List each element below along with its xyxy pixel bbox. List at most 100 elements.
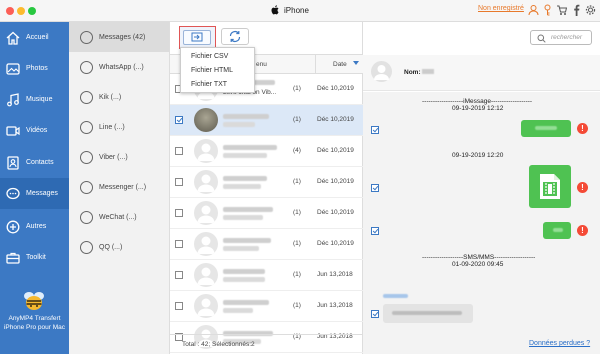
row-checkbox[interactable] bbox=[175, 147, 183, 155]
whatsapp-icon bbox=[80, 60, 93, 74]
app-item-viber[interactable]: Viber (...) bbox=[69, 142, 169, 172]
message-checkbox[interactable] bbox=[371, 184, 379, 192]
contact-name-redacted bbox=[223, 114, 269, 119]
message-checkbox[interactable] bbox=[371, 126, 379, 134]
conversation-row[interactable]: (1) Jun 13,2018 bbox=[170, 260, 363, 291]
row-checkbox[interactable] bbox=[175, 116, 183, 124]
brand-line-2: iPhone Pro pour Mac bbox=[3, 324, 66, 331]
sidebar-item-autres[interactable]: Autres bbox=[0, 211, 69, 242]
refresh-button[interactable] bbox=[221, 28, 249, 45]
row-checkbox[interactable] bbox=[175, 178, 183, 186]
app-item-messages[interactable]: Messages (42) bbox=[69, 22, 169, 52]
sent-video-attachment[interactable] bbox=[529, 165, 571, 208]
app-item-messenger[interactable]: Messenger (...) bbox=[69, 172, 169, 202]
row-checkbox[interactable] bbox=[175, 271, 183, 279]
contact-name-label: Nom: bbox=[404, 69, 421, 76]
contact-avatar bbox=[194, 139, 218, 163]
search-icon bbox=[537, 34, 546, 43]
key-icon[interactable] bbox=[542, 4, 553, 16]
message-count: (1) bbox=[293, 209, 301, 216]
message-snippet-redacted bbox=[223, 308, 253, 313]
device-name: iPhone bbox=[284, 5, 309, 15]
toolkit-icon bbox=[6, 252, 20, 264]
column-divider bbox=[315, 55, 316, 73]
sidebar-item-accueil[interactable]: Accueil bbox=[0, 22, 69, 53]
lost-data-link[interactable]: Données perdues ? bbox=[529, 340, 590, 347]
sort-arrow-icon[interactable] bbox=[353, 61, 359, 65]
zoom-window-button[interactable] bbox=[28, 7, 36, 15]
message-snippet-redacted bbox=[223, 122, 255, 127]
contact-avatar bbox=[194, 201, 218, 225]
sent-message-bubble bbox=[543, 222, 571, 239]
sidebar-item-videos[interactable]: Vidéos bbox=[0, 115, 69, 146]
unregistered-link[interactable]: Non enregistré bbox=[478, 5, 524, 12]
row-checkbox[interactable] bbox=[175, 302, 183, 310]
selection-summary: Total : 42; Sélectionnés:2 bbox=[182, 341, 255, 348]
timestamp-1: 09-19-2019 12:12 bbox=[452, 105, 504, 112]
app-item-qq[interactable]: QQ (...) bbox=[69, 232, 169, 262]
conversation-row[interactable]: (1) Déc 10,2019 bbox=[170, 105, 363, 136]
minimize-window-button[interactable] bbox=[17, 7, 25, 15]
redacted-text bbox=[553, 228, 563, 232]
facebook-icon[interactable] bbox=[571, 4, 582, 16]
message-snippet-redacted bbox=[223, 184, 261, 189]
conversation-row[interactable]: (1) Déc 10,2019 bbox=[170, 167, 363, 198]
row-checkbox[interactable] bbox=[175, 209, 183, 217]
sidebar-item-contacts[interactable]: Contacts bbox=[0, 147, 69, 178]
settings-icon[interactable] bbox=[585, 4, 596, 16]
export-to-computer-button[interactable] bbox=[179, 26, 216, 49]
sidebar-item-label: Contacts bbox=[26, 159, 54, 166]
sidebar-item-messages[interactable]: Messages bbox=[0, 178, 69, 209]
conversation-row[interactable]: (1) Déc 10,2019 bbox=[170, 198, 363, 229]
app-item-line[interactable]: Line (...) bbox=[69, 112, 169, 142]
close-window-button[interactable] bbox=[6, 7, 14, 15]
message-count: (1) bbox=[293, 85, 301, 92]
column-content-header[interactable]: enu bbox=[256, 61, 267, 68]
app-item-kik[interactable]: Kik (...) bbox=[69, 82, 169, 112]
conversation-row[interactable]: (1) Déc 10,2019 bbox=[170, 229, 363, 260]
others-icon bbox=[6, 220, 20, 233]
sidebar-item-label: Messages bbox=[26, 190, 58, 197]
sidebar-item-toolkit[interactable]: Toolkit bbox=[0, 242, 69, 273]
column-date-header[interactable]: Date bbox=[333, 61, 347, 68]
app-item-label: Kik (...) bbox=[99, 93, 122, 101]
conversation-row[interactable]: (4) Déc 10,2019 bbox=[170, 136, 363, 167]
videos-icon bbox=[6, 125, 20, 136]
contact-avatar bbox=[194, 294, 218, 318]
export-txt-option[interactable]: Fichier TXT bbox=[191, 81, 227, 88]
refresh-icon bbox=[229, 30, 241, 43]
contact-avatar bbox=[194, 170, 218, 194]
contact-avatar bbox=[371, 61, 392, 82]
export-format-menu: Fichier CSV Fichier HTML Fichier TXT bbox=[180, 47, 255, 93]
message-checkbox[interactable] bbox=[371, 310, 379, 318]
export-html-option[interactable]: Fichier HTML bbox=[191, 67, 233, 74]
search-placeholder: rechercher bbox=[551, 34, 583, 41]
received-message-bubble bbox=[383, 304, 473, 323]
contact-avatar bbox=[194, 263, 218, 287]
message-checkbox[interactable] bbox=[371, 227, 379, 235]
person-silhouette-icon bbox=[197, 236, 215, 254]
sidebar-item-photos[interactable]: Photos bbox=[0, 53, 69, 84]
messages-app-icon bbox=[80, 30, 93, 44]
timestamp-3: 01-09-2020 09:45 bbox=[452, 261, 504, 268]
message-snippet-redacted bbox=[223, 246, 259, 251]
home-icon bbox=[6, 31, 20, 45]
video-file-icon bbox=[540, 174, 560, 199]
row-checkbox[interactable] bbox=[175, 240, 183, 248]
export-csv-option[interactable]: Fichier CSV bbox=[191, 53, 228, 60]
imessage-separator: -------------------iMessage-------------… bbox=[422, 98, 533, 105]
sidebar-item-musique[interactable]: Musique bbox=[0, 84, 69, 115]
user-icon[interactable] bbox=[528, 4, 539, 16]
conversation-row[interactable]: (1) Jun 13,2018 bbox=[170, 291, 363, 322]
message-snippet-redacted bbox=[223, 153, 267, 158]
error-icon: ! bbox=[577, 182, 588, 193]
cart-icon[interactable] bbox=[556, 4, 567, 16]
message-date: Déc 10,2019 bbox=[317, 85, 354, 92]
app-item-label: Messenger (...) bbox=[99, 183, 147, 191]
contact-name-redacted bbox=[223, 238, 271, 243]
app-item-whatsapp[interactable]: WhatsApp (...) bbox=[69, 52, 169, 82]
app-item-wechat[interactable]: WeChat (...) bbox=[69, 202, 169, 232]
sidebar-item-label: Toolkit bbox=[26, 254, 46, 261]
contact-avatar bbox=[194, 232, 218, 256]
search-input[interactable]: rechercher bbox=[530, 30, 592, 45]
